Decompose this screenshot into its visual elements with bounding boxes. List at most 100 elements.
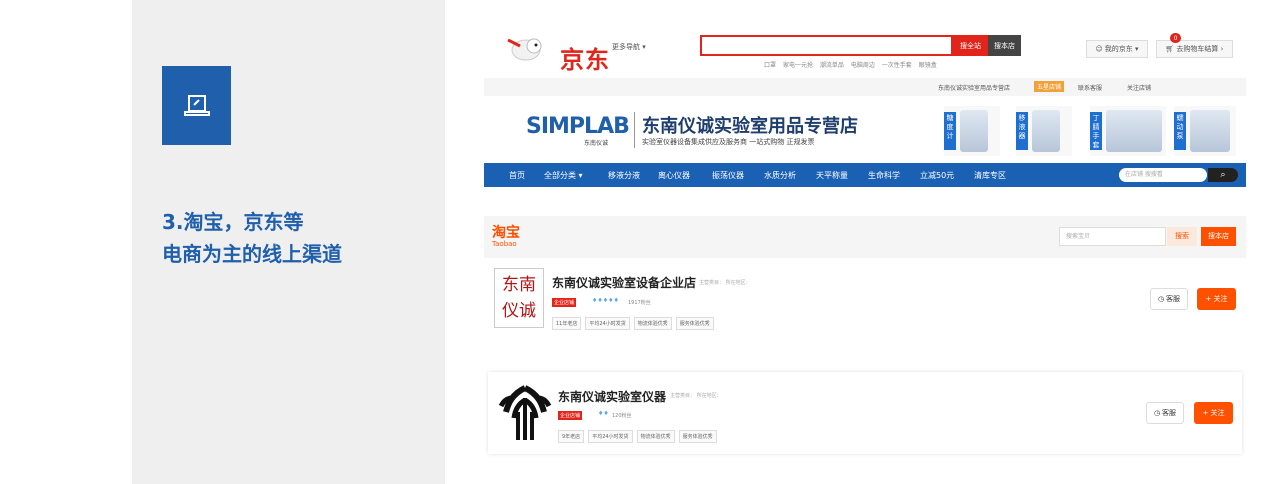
slide-title: 3.淘宝，京东等 电商为主的线上渠道 [162,206,442,270]
my-jd-label: 我的京东 ▾ [1104,45,1139,53]
jd-store-screenshot: 京东 更多导航 ▾ 搜全站 搜本店 口罩 家电一元抢 潮流单品 电脑周边 一次性… [484,24,1246,189]
product-tile[interactable]: 丁腈手套 [1090,106,1166,156]
nav-item[interactable]: 天平称量 [816,170,848,181]
shop-tag: 平均24小时发货 [588,430,633,443]
nav-item[interactable]: 水质分析 [764,170,796,181]
shop-tags: 11年老店 平均24小时发货 物流体验优秀 服务体验优秀 [552,317,714,330]
product-tile[interactable]: 移液器 [1016,106,1072,156]
shopbar-follow-link[interactable]: 关注店铺 [1127,83,1151,92]
cart-label: 去购物车结算 › [1176,45,1224,53]
taobao-logo[interactable]: 淘宝 [492,222,520,242]
shop-credit-diamonds: ♦♦♦♦♦ [592,297,619,304]
shop-avatar-text: 东南仪诚 [502,275,536,321]
shop-result-card[interactable]: 东南仪诚 东南仪诚实验室设备企业店 主营类目： 所在地区： 企业店铺 ♦♦♦♦♦… [488,264,1242,342]
cart-button[interactable]: 🛒︎ 去购物车结算 › [1156,40,1233,58]
taobao-header: 淘宝 Taobao 搜索宝贝 搜索 搜本店 [484,216,1246,258]
jd-dog-mascot [507,38,542,61]
shop-result-card[interactable]: 东南仪诚实验室仪器 主营类目： 所在地区： 企业店铺 ♦♦ 120粉丝 9年老店… [488,372,1242,454]
shopbar-shop-name[interactable]: 东南仪诚实验室用品专营店 [938,83,1010,92]
shop-tags: 9年老店 平均24小时发货 物流体验优秀 服务体验优秀 [558,430,717,443]
shop-logo-icon [498,385,552,440]
nav-item[interactable]: 移液分液 [608,170,640,181]
nav-item[interactable]: 离心仪器 [658,170,690,181]
shop-avatar[interactable]: 东南仪诚 [494,268,544,328]
product-tag: 蠕动泵 [1174,112,1186,150]
shop-tag: 物流体验优秀 [636,430,675,443]
product-tag: 丁腈手套 [1090,112,1102,150]
laptop-icon [162,66,231,145]
shop-fans: 1917粉丝 [628,300,651,306]
cart-count-badge: 0 [1170,33,1181,43]
customer-service-button[interactable]: ◷ 客服 [1146,402,1184,424]
jd-logo-text: 京东 [560,45,610,74]
enterprise-badge: 企业店铺 [552,298,577,307]
simplab-logo: SIMPLAB [526,114,630,139]
product-image [1032,110,1060,152]
taobao-logo-en: Taobao [492,240,517,248]
hotword[interactable]: 眼镜盒 [919,62,937,69]
product-image [1190,110,1230,152]
taobao-search-shop-button[interactable]: 搜本店 [1201,227,1236,246]
shop-tag: 平均24小时发货 [585,317,630,330]
nav-item[interactable]: 清库专区 [974,170,1006,181]
jd-shop-bar: 东南仪诚实验室用品专营店 五星店铺 联系客服 关注店铺 [484,78,1246,96]
jd-logo[interactable]: 京东 [500,30,610,74]
slide-title-line1: 3.淘宝，京东等 [162,210,304,234]
hotword[interactable]: 潮流单品 [820,62,844,69]
service-label: 客服 [1166,295,1181,303]
slide-title-line2: 电商为主的线上渠道 [162,242,342,266]
jd-search-input[interactable] [700,35,953,56]
shop-tag: 服务体验优秀 [678,430,717,443]
cart-icon: 🛒︎ [1165,45,1175,53]
product-image [1106,110,1162,152]
shop-tag: 11年老店 [552,317,582,330]
shop-fans: 120粉丝 [612,413,632,419]
store-nav-bar: 首页 全部分类 ▾ 移液分液 离心仪器 振荡仪器 水质分析 天平称量 生命科学 … [484,163,1246,187]
jd-hotwords: 口罩 家电一元抢 潮流单品 电脑周边 一次性手套 眼镜盒 [764,60,942,69]
shop-avatar[interactable] [496,378,554,444]
enterprise-badge: 企业店铺 [558,411,583,420]
nav-item[interactable]: 生命科学 [868,170,900,181]
jd-more-nav[interactable]: 更多导航 ▾ [612,42,646,52]
slide: 3.淘宝，京东等 电商为主的线上渠道 京东 更多导航 ▾ 搜全站 搜本店 口罩 … [0,0,1279,484]
product-tile[interactable]: 蠕动泵 [1174,106,1236,156]
search-icon[interactable]: ⌕ [1208,168,1238,182]
shop-name[interactable]: 东南仪诚实验室设备企业店 [552,274,696,291]
service-icon: ◷ [1157,295,1165,303]
follow-button[interactable]: + 关注 [1194,402,1233,424]
nav-item[interactable]: 振荡仪器 [712,170,744,181]
shop-meta: 主营类目： 所在地区： [699,280,751,286]
user-icon: ☺ [1095,45,1103,53]
shopbar-rating-badge: 五星店铺 [1034,81,1065,92]
shop-meta: 主营类目： 所在地区： [670,393,722,399]
customer-service-button[interactable]: ◷ 客服 [1150,288,1188,310]
product-tile[interactable]: 糖度计 [944,106,1000,156]
banner-divider [634,112,635,148]
shop-tag: 物流体验优秀 [633,317,672,330]
left-panel: 3.淘宝，京东等 电商为主的线上渠道 [132,0,445,484]
store-banner: SIMPLAB 东南仪诚 东南仪诚实验室用品专营店 实验室仪器设备集成供应及服务… [484,100,1246,160]
hotword[interactable]: 家电一元抢 [783,62,813,69]
shop-name[interactable]: 东南仪诚实验室仪器 [558,388,666,405]
follow-button[interactable]: + 关注 [1197,288,1236,310]
shop-tag: 服务体验优秀 [675,317,714,330]
simplab-logo-sub: 东南仪诚 [584,140,609,147]
product-tag: 移液器 [1016,112,1028,150]
hotword[interactable]: 口罩 [764,62,776,69]
my-jd-button[interactable]: ☺ 我的京东 ▾ [1086,40,1148,58]
store-slogan: 实验室仪器设备集成供应及服务商 一站式购物 正规发票 [642,138,815,146]
taobao-search-input[interactable]: 搜索宝贝 [1059,227,1166,246]
nav-item[interactable]: 全部分类 ▾ [544,170,583,181]
shopbar-contact-link[interactable]: 联系客服 [1078,83,1102,92]
nav-item[interactable]: 首页 [509,170,525,181]
taobao-search-button[interactable]: 搜索 [1167,227,1197,246]
service-label: 客服 [1162,409,1177,417]
shop-credit-diamonds: ♦♦ [598,410,609,417]
jd-search-all-button[interactable]: 搜全站 [953,35,988,56]
nav-item[interactable]: 立减50元 [920,170,954,181]
store-search-input[interactable]: 在店铺 搜搜看 [1119,168,1207,182]
hotword[interactable]: 一次性手套 [882,62,912,69]
store-title: 东南仪诚实验室用品专营店 [642,116,858,137]
jd-search-shop-button[interactable]: 搜本店 [988,35,1021,56]
hotword[interactable]: 电脑周边 [851,62,875,69]
